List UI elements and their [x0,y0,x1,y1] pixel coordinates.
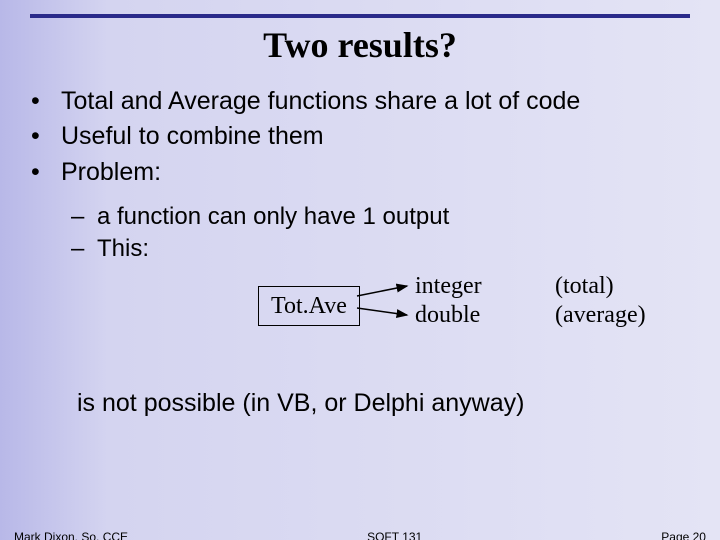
bullet-1: • Total and Average functions share a lo… [25,86,695,117]
anno-total: (total) [555,272,646,301]
arrow-top [357,286,407,296]
sub-bullet-text: a function can only have 1 output [97,202,695,232]
sub-bullet-1: – a function can only have 1 output [25,202,695,232]
footer: Mark Dixon, So. CCE SOFT 131 Page 20 [0,530,720,540]
footer-right: Page 20 [661,530,706,540]
arrow-bottom [357,308,407,315]
bullet-text: Problem: [61,157,695,188]
footer-center: SOFT 131 [367,530,422,540]
anno-average: (average) [555,301,646,330]
bullet-3: • Problem: [25,157,695,188]
diagram: Tot.Ave integer double (total) (average) [25,268,695,358]
dash: – [71,234,97,264]
content-area: • Total and Average functions share a lo… [20,68,700,419]
bullet-2: • Useful to combine them [25,121,695,152]
dash: – [71,202,97,232]
bullet-dot: • [25,86,61,117]
slide: Two results? • Total and Average functio… [0,14,720,540]
type-double: double [415,301,482,330]
top-rule [30,14,690,18]
sub-bullet-text: This: [97,234,695,264]
bullet-dot: • [25,121,61,152]
bullet-text: Useful to combine them [61,121,695,152]
footer-left: Mark Dixon, So. CCE [14,530,128,540]
type-integer: integer [415,272,482,301]
conclusion-text: is not possible (in VB, or Delphi anyway… [25,388,695,419]
slide-title: Two results? [20,24,700,68]
bullet-text: Total and Average functions share a lot … [61,86,695,117]
sub-bullet-2: – This: [25,234,695,264]
type-labels: integer double [415,272,482,330]
bullet-dot: • [25,157,61,188]
annotation-labels: (total) (average) [555,272,646,330]
